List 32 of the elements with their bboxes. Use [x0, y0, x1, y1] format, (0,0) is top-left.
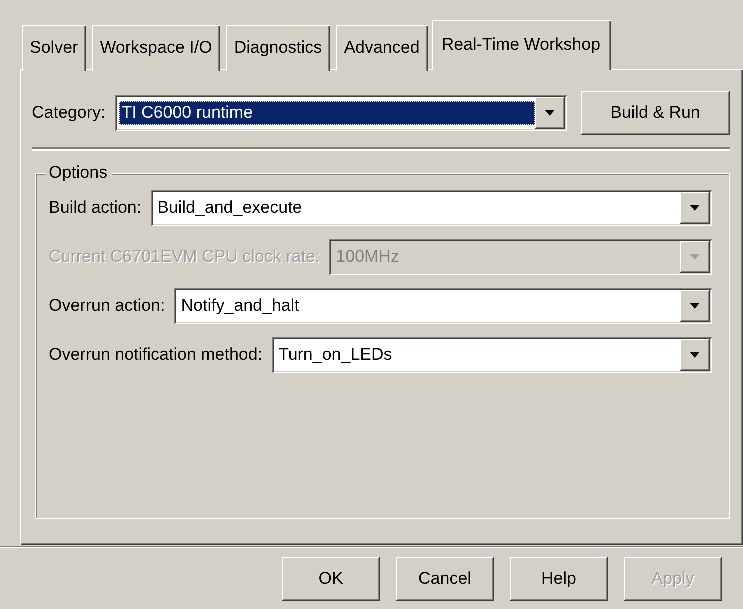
caret-icon: [544, 110, 556, 116]
dropdown-button[interactable]: [680, 290, 710, 322]
dialog-button[interactable]: OK: [282, 557, 380, 601]
caret-icon: [689, 302, 701, 310]
dropdown-field[interactable]: Notify_and_halt: [174, 288, 712, 324]
dialog-button[interactable]: Cancel: [396, 557, 494, 601]
field-label: Build action:: [49, 198, 142, 218]
tab[interactable]: Diagnostics: [226, 25, 330, 71]
dropdown-field[interactable]: TI C6000 runtime: [114, 95, 567, 131]
group-title: Options: [45, 163, 112, 183]
field-label: Overrun action:: [49, 296, 166, 316]
dialog-button[interactable]: Help: [510, 557, 608, 601]
dropdown-button[interactable]: [680, 192, 710, 224]
selected-value: Notify_and_halt: [180, 295, 300, 317]
caret-icon: [689, 352, 701, 358]
dropdown-button[interactable]: [680, 339, 710, 371]
tab[interactable]: Real-Time Workshop: [432, 20, 611, 70]
dropdown-button[interactable]: [535, 97, 565, 129]
selected-value: Build_and_execute: [156, 197, 304, 219]
build-run-button[interactable]: Build & Run: [581, 91, 730, 135]
tab[interactable]: Advanced: [336, 25, 428, 71]
field-label: Overrun notification method:: [49, 345, 263, 365]
tab[interactable]: Workspace I/O: [92, 25, 220, 71]
dropdown-field[interactable]: Build_and_execute: [150, 190, 712, 226]
dropdown-field[interactable]: Turn_on_LEDs: [272, 337, 712, 373]
selected-value: 100MHz: [335, 246, 400, 268]
caret-icon: [689, 204, 701, 212]
category-label: Category:: [32, 103, 106, 123]
selected-value: Turn_on_LEDs: [278, 344, 394, 366]
caret-icon: [689, 254, 701, 260]
tab[interactable]: Solver: [22, 25, 86, 71]
selected-value: TI C6000 runtime: [118, 101, 535, 125]
